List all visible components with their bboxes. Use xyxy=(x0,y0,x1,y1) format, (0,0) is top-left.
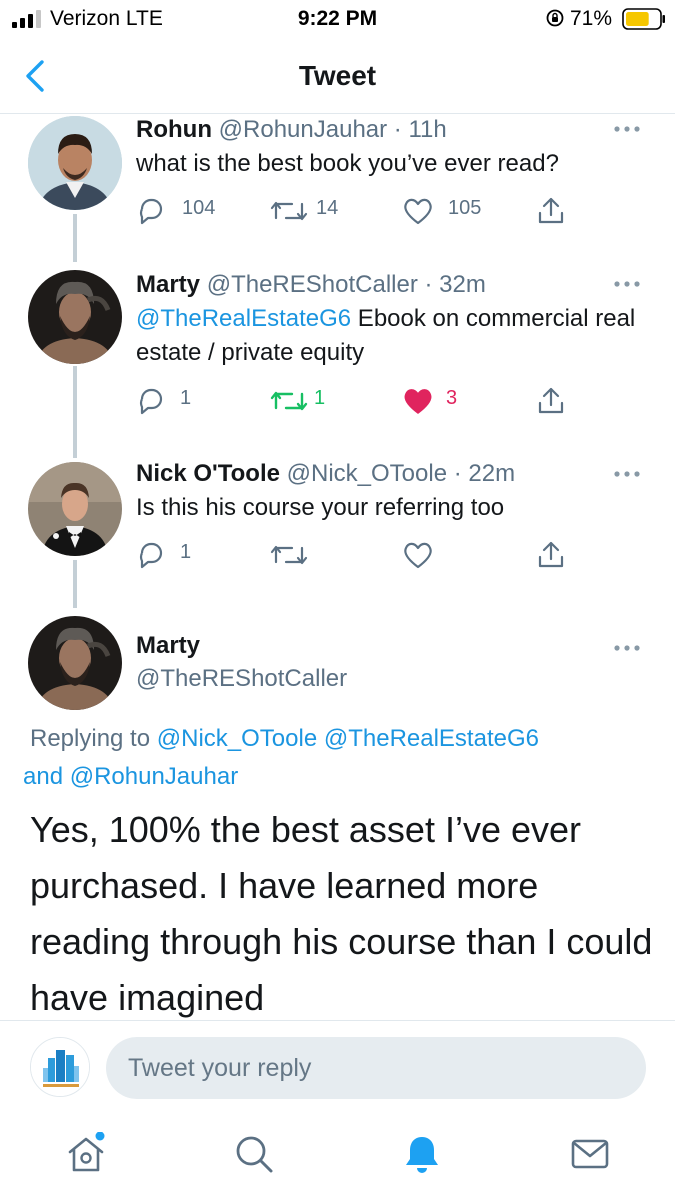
author-handle[interactable]: @Nick_OToole xyxy=(287,460,447,487)
heart-icon xyxy=(404,389,432,414)
retweet-icon xyxy=(270,201,308,221)
reply-bar xyxy=(0,1020,675,1114)
like-count: 105 xyxy=(448,197,482,219)
tweet[interactable]: Rohun @RohunJauhar · 11h what is the bes… xyxy=(136,115,656,181)
reply-count: 1 xyxy=(180,541,192,563)
tweet-age: 32m xyxy=(439,271,486,298)
author-name[interactable]: Nick O'Toole xyxy=(136,460,280,487)
reply-count: 104 xyxy=(182,197,216,219)
share-icon xyxy=(538,541,564,568)
mention-link[interactable]: @Nick_OToole xyxy=(157,725,317,752)
tweet[interactable]: Nick O'Toole @Nick_OToole · 22m Is this … xyxy=(136,459,656,525)
author-handle[interactable]: @TheREShotCaller xyxy=(136,665,347,693)
more-options-icon[interactable] xyxy=(612,643,642,653)
reply-icon xyxy=(139,388,163,415)
battery-icon xyxy=(622,8,665,30)
tweet-age: 22m xyxy=(468,460,516,487)
heart-icon xyxy=(404,198,432,225)
replying-and: and xyxy=(23,763,70,790)
tweet[interactable]: Marty @TheREShotCaller · 32m @TheRealEst… xyxy=(136,270,656,370)
avatar[interactable] xyxy=(28,116,122,210)
tweet-actions: 104 14 105 xyxy=(136,194,656,228)
separator-dot: · xyxy=(453,460,462,487)
replying-to: Replying to @Nick_OToole @TheRealEstateG… xyxy=(23,720,650,796)
main-tweet-text: Yes, 100% the best asset I’ve ever purch… xyxy=(30,809,653,1018)
author-name[interactable]: Marty xyxy=(136,271,200,298)
tweet-header: Marty @TheREShotCaller · 32m xyxy=(136,270,656,300)
tweet-text: @TheRealEstateG6 Ebook on commercial rea… xyxy=(136,302,656,370)
like-count: 3 xyxy=(446,387,458,409)
notifications-icon[interactable] xyxy=(400,1132,444,1176)
avatar[interactable] xyxy=(28,270,122,364)
separator-dot: · xyxy=(424,271,433,298)
battery-percentage: 71% xyxy=(570,7,613,30)
retweet-count: 14 xyxy=(316,197,339,219)
retweet-icon xyxy=(270,545,308,565)
separator-dot: · xyxy=(393,116,402,143)
home-icon[interactable] xyxy=(64,1132,108,1176)
mention-link[interactable]: @TheRealEstateG6 xyxy=(136,305,351,332)
search-icon[interactable] xyxy=(232,1132,276,1176)
reply-input[interactable] xyxy=(106,1037,646,1099)
tweet-text-content: what is the best book you’ve ever read? xyxy=(136,150,559,177)
retweet-count: 1 xyxy=(314,387,326,409)
nav-header: Tweet xyxy=(0,42,675,114)
reply-count: 1 xyxy=(180,387,192,409)
messages-icon[interactable] xyxy=(568,1132,612,1176)
tweet-actions: 1 xyxy=(136,538,656,572)
tweet-text: what is the best book you’ve ever read? xyxy=(136,147,656,181)
retweet-icon xyxy=(270,391,308,411)
mention-link[interactable]: @RohunJauhar xyxy=(70,763,238,790)
share-icon xyxy=(538,387,564,414)
avatar[interactable] xyxy=(28,616,122,710)
more-options-icon[interactable] xyxy=(612,124,642,134)
more-options-icon[interactable] xyxy=(612,469,642,479)
tweet-age: 11h xyxy=(408,116,447,143)
share-icon xyxy=(538,197,564,224)
thread-connector xyxy=(73,560,77,608)
thread-connector xyxy=(73,214,77,262)
page-title: Tweet xyxy=(298,60,377,91)
author-name[interactable]: Rohun xyxy=(136,116,212,143)
status-bar: Verizon LTE 9:22 PM 71% xyxy=(0,0,675,38)
author-handle[interactable]: @RohunJauhar xyxy=(219,116,387,143)
replying-space xyxy=(317,725,324,752)
tab-bar xyxy=(0,1114,675,1200)
tweet-text-content: Is this his course your referring too xyxy=(136,494,505,521)
more-options-icon[interactable] xyxy=(612,279,642,289)
heart-icon xyxy=(404,542,432,569)
reply-icon xyxy=(139,542,163,569)
thread-connector xyxy=(73,366,77,458)
avatar[interactable] xyxy=(28,462,122,556)
avatar[interactable] xyxy=(30,1037,90,1097)
orientation-lock-icon xyxy=(546,9,564,27)
mention-link[interactable]: @TheRealEstateG6 xyxy=(324,725,539,752)
replying-prefix: Replying to xyxy=(30,725,157,752)
author-handle[interactable]: @TheREShotCaller xyxy=(207,271,418,298)
tweet-header: Rohun @RohunJauhar · 11h xyxy=(136,115,656,145)
reply-icon xyxy=(139,198,163,225)
tweet-text: Is this his course your referring too xyxy=(136,491,656,525)
tweet-actions: 1 1 3 xyxy=(136,384,656,418)
tweet-header: Nick O'Toole @Nick_OToole · 22m xyxy=(136,459,656,489)
author-name[interactable]: Marty xyxy=(136,632,200,660)
